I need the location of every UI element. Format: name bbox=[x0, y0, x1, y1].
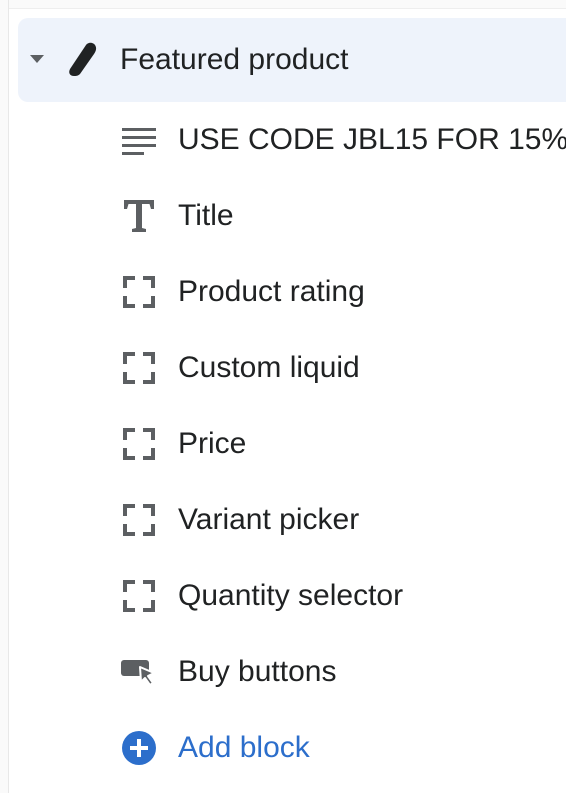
dashed-square-icon bbox=[120, 349, 158, 387]
add-block-button[interactable]: Add block bbox=[120, 710, 566, 786]
block-label: Price bbox=[178, 427, 247, 460]
block-label: Custom liquid bbox=[178, 351, 360, 384]
block-label: Variant picker bbox=[178, 503, 360, 536]
collapse-caret-icon[interactable] bbox=[30, 55, 44, 63]
dashed-square-icon bbox=[120, 577, 158, 615]
block-custom-liquid[interactable]: Custom liquid bbox=[120, 330, 566, 406]
block-announcement-text[interactable]: USE CODE JBL15 FOR 15% ... bbox=[120, 102, 566, 178]
featured-product-icon bbox=[69, 42, 97, 76]
dashed-square-icon bbox=[120, 273, 158, 311]
theme-editor-sidebar: Featured product USE CODE JBL15 FOR 15% … bbox=[0, 0, 566, 793]
block-variant-picker[interactable]: Variant picker bbox=[120, 482, 566, 558]
block-product-rating[interactable]: Product rating bbox=[120, 254, 566, 330]
add-block-label: Add block bbox=[178, 731, 310, 764]
title-T-icon bbox=[120, 197, 158, 235]
left-divider bbox=[0, 0, 9, 793]
block-title[interactable]: Title bbox=[120, 178, 566, 254]
block-quantity-selector[interactable]: Quantity selector bbox=[120, 558, 566, 634]
block-label: USE CODE JBL15 FOR 15% ... bbox=[178, 123, 566, 156]
buy-buttons-icon bbox=[120, 653, 158, 691]
dashed-square-icon bbox=[120, 425, 158, 463]
block-label: Quantity selector bbox=[178, 579, 404, 612]
block-label: Buy buttons bbox=[178, 655, 337, 688]
section-title: Featured product bbox=[120, 43, 349, 76]
text-lines-icon bbox=[120, 121, 158, 159]
block-buy-buttons[interactable]: Buy buttons bbox=[120, 634, 566, 710]
block-label: Product rating bbox=[178, 275, 365, 308]
block-price[interactable]: Price bbox=[120, 406, 566, 482]
section-featured-product[interactable]: Featured product bbox=[18, 18, 566, 102]
dashed-square-icon bbox=[120, 501, 158, 539]
plus-circle-icon bbox=[120, 729, 158, 767]
block-label: Title bbox=[178, 199, 234, 232]
top-divider bbox=[0, 0, 566, 9]
